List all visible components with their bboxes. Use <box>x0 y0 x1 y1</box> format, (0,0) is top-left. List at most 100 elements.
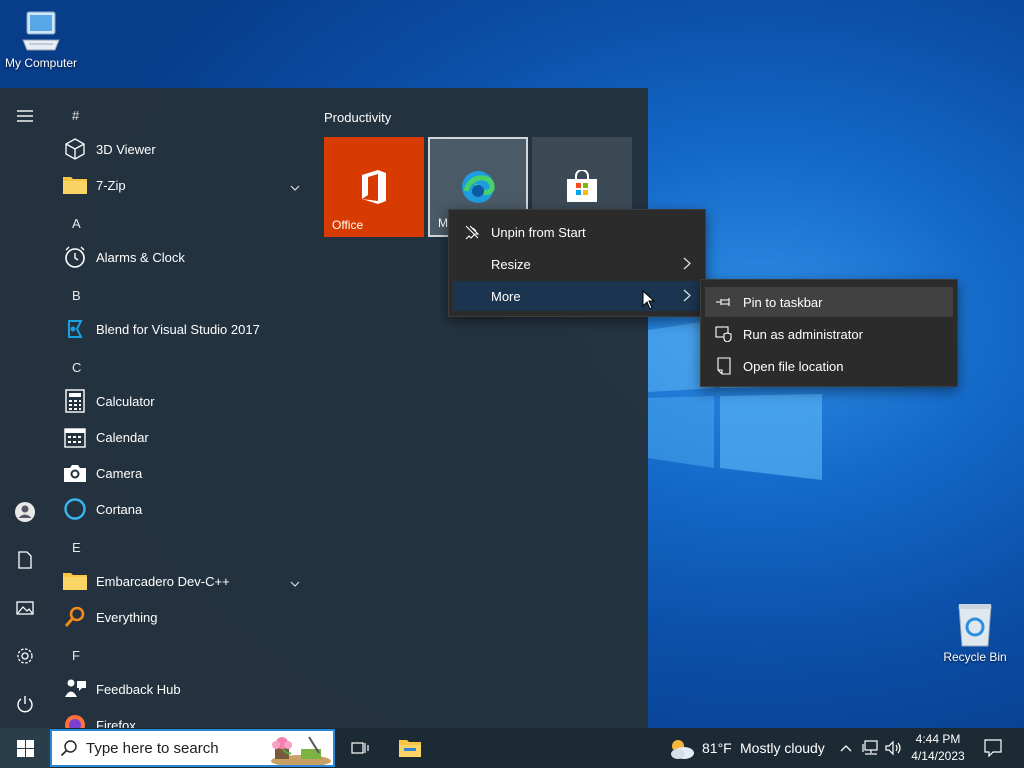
pictures-icon[interactable] <box>0 586 50 630</box>
search-highlight-illustration-icon <box>271 736 331 765</box>
settings-icon[interactable] <box>0 634 50 678</box>
tile-office[interactable]: Office <box>324 137 424 237</box>
menu-item-resize[interactable]: Resize <box>453 249 701 279</box>
calculator-icon <box>62 388 88 414</box>
app-label: Calendar <box>96 429 149 445</box>
shield-icon <box>709 326 739 342</box>
desktop-icon-label: Recycle Bin <box>943 650 1007 664</box>
app-label: Feedback Hub <box>96 681 181 697</box>
app-item-dev-cpp[interactable]: Embarcadero Dev-C++ <box>62 564 308 598</box>
menu-item-label: More <box>491 288 521 304</box>
menu-item-more[interactable]: More <box>453 281 701 311</box>
chevron-down-icon[interactable] <box>290 179 300 194</box>
menu-item-unpin-from-start[interactable]: Unpin from Start <box>453 217 701 247</box>
tiles-area: Productivity Office M <box>310 88 648 728</box>
start-button[interactable] <box>0 728 50 768</box>
app-item-cortana[interactable]: Cortana <box>62 492 308 526</box>
weather-temperature[interactable]: 81°F <box>702 740 732 756</box>
system-clock[interactable]: 4:44 PM 4/14/2023 <box>904 731 972 765</box>
menu-item-open-file-location[interactable]: Open file location <box>705 351 953 381</box>
blend-icon <box>62 316 88 342</box>
weather-cloudy-icon[interactable] <box>668 738 696 760</box>
edge-icon <box>462 171 495 203</box>
start-menu: # 3D Viewer 7-Zip A Alarms & Clock B Ble… <box>0 88 648 728</box>
search-magnifier-icon <box>62 604 88 630</box>
user-icon[interactable] <box>0 490 50 534</box>
tile-group-title[interactable]: Productivity <box>324 110 391 125</box>
volume-icon[interactable] <box>884 728 904 768</box>
app-item-firefox[interactable]: Firefox <box>62 708 308 728</box>
tile-label: M <box>438 216 448 230</box>
menu-item-label: Unpin from Start <box>491 224 586 240</box>
app-label: Firefox <box>96 717 136 729</box>
folder-icon <box>62 172 88 198</box>
calendar-icon <box>62 424 88 450</box>
unpin-icon <box>457 224 487 240</box>
network-icon[interactable] <box>860 728 882 768</box>
app-item-everything[interactable]: Everything <box>62 600 308 634</box>
app-item-alarms-clock[interactable]: Alarms & Clock <box>62 240 308 274</box>
desktop-icon-recycle-bin[interactable]: Recycle Bin <box>934 602 1016 664</box>
chevron-right-icon <box>683 257 691 273</box>
app-item-blend[interactable]: Blend for Visual Studio 2017 <box>62 312 308 346</box>
feedback-icon <box>62 676 88 702</box>
chevron-down-icon[interactable] <box>290 575 300 590</box>
app-item-feedback-hub[interactable]: Feedback Hub <box>62 672 308 706</box>
desktop-icon-my-computer[interactable]: My Computer <box>0 10 82 70</box>
tile-context-menu: Unpin from Start Resize More <box>448 209 706 317</box>
letter-header[interactable]: A <box>72 216 81 231</box>
more-submenu: Pin to taskbar Run as administrator Open… <box>700 279 958 387</box>
app-label: Calculator <box>96 393 155 409</box>
app-item-calculator[interactable]: Calculator <box>62 384 308 418</box>
app-item-camera[interactable]: Camera <box>62 456 308 490</box>
weather-condition[interactable]: Mostly cloudy <box>740 740 825 756</box>
start-rail <box>0 88 50 728</box>
hamburger-icon[interactable] <box>0 94 50 138</box>
tile-label: Office <box>332 218 364 232</box>
app-label: Everything <box>96 609 158 625</box>
camera-icon <box>62 460 88 486</box>
tray-overflow-chevron-up-icon[interactable] <box>836 728 856 768</box>
menu-item-run-as-admin[interactable]: Run as administrator <box>705 319 953 349</box>
app-item-calendar[interactable]: Calendar <box>62 420 308 454</box>
folder-icon <box>62 568 88 594</box>
action-center-button[interactable] <box>978 728 1008 768</box>
app-label: Camera <box>96 465 143 481</box>
computer-icon <box>22 11 60 51</box>
menu-item-label: Pin to taskbar <box>743 294 823 310</box>
search-icon <box>60 740 77 757</box>
app-label: Embarcadero Dev-C++ <box>96 573 230 589</box>
app-item-7zip[interactable]: 7-Zip <box>62 168 308 202</box>
app-label: 3D Viewer <box>96 141 156 157</box>
firefox-icon <box>62 712 88 728</box>
cube-icon <box>62 136 88 162</box>
taskbar: Type here to search 81°F Mostly cloudy 4… <box>0 728 1024 768</box>
documents-icon[interactable] <box>0 538 50 582</box>
file-explorer-icon <box>399 740 421 757</box>
letter-header[interactable]: # <box>72 108 79 123</box>
taskbar-search-box[interactable]: Type here to search <box>50 729 335 767</box>
search-placeholder: Type here to search <box>86 739 219 757</box>
letter-header[interactable]: C <box>72 360 81 375</box>
app-label: Blend for Visual Studio 2017 <box>96 321 260 337</box>
letter-header[interactable]: B <box>72 288 81 303</box>
app-item-3d-viewer[interactable]: 3D Viewer <box>62 132 308 166</box>
menu-item-pin-to-taskbar[interactable]: Pin to taskbar <box>705 287 953 317</box>
app-label: Alarms & Clock <box>96 249 185 265</box>
task-view-icon <box>351 742 369 754</box>
recycle-bin-icon <box>958 604 992 647</box>
pin-icon <box>709 297 739 307</box>
desktop-icon-label: My Computer <box>4 56 78 70</box>
chevron-right-icon <box>683 289 691 305</box>
app-label: 7-Zip <box>96 177 126 193</box>
app-list[interactable]: # 3D Viewer 7-Zip A Alarms & Clock B Ble… <box>50 88 310 728</box>
power-icon[interactable] <box>0 682 50 726</box>
menu-item-label: Run as administrator <box>743 326 863 342</box>
letter-header[interactable]: E <box>72 540 81 555</box>
office-icon <box>362 170 386 204</box>
windows-logo-icon <box>16 739 34 757</box>
task-view-button[interactable] <box>340 728 380 768</box>
file-explorer-button[interactable] <box>390 728 430 768</box>
cortana-icon <box>62 496 88 522</box>
letter-header[interactable]: F <box>72 648 80 663</box>
